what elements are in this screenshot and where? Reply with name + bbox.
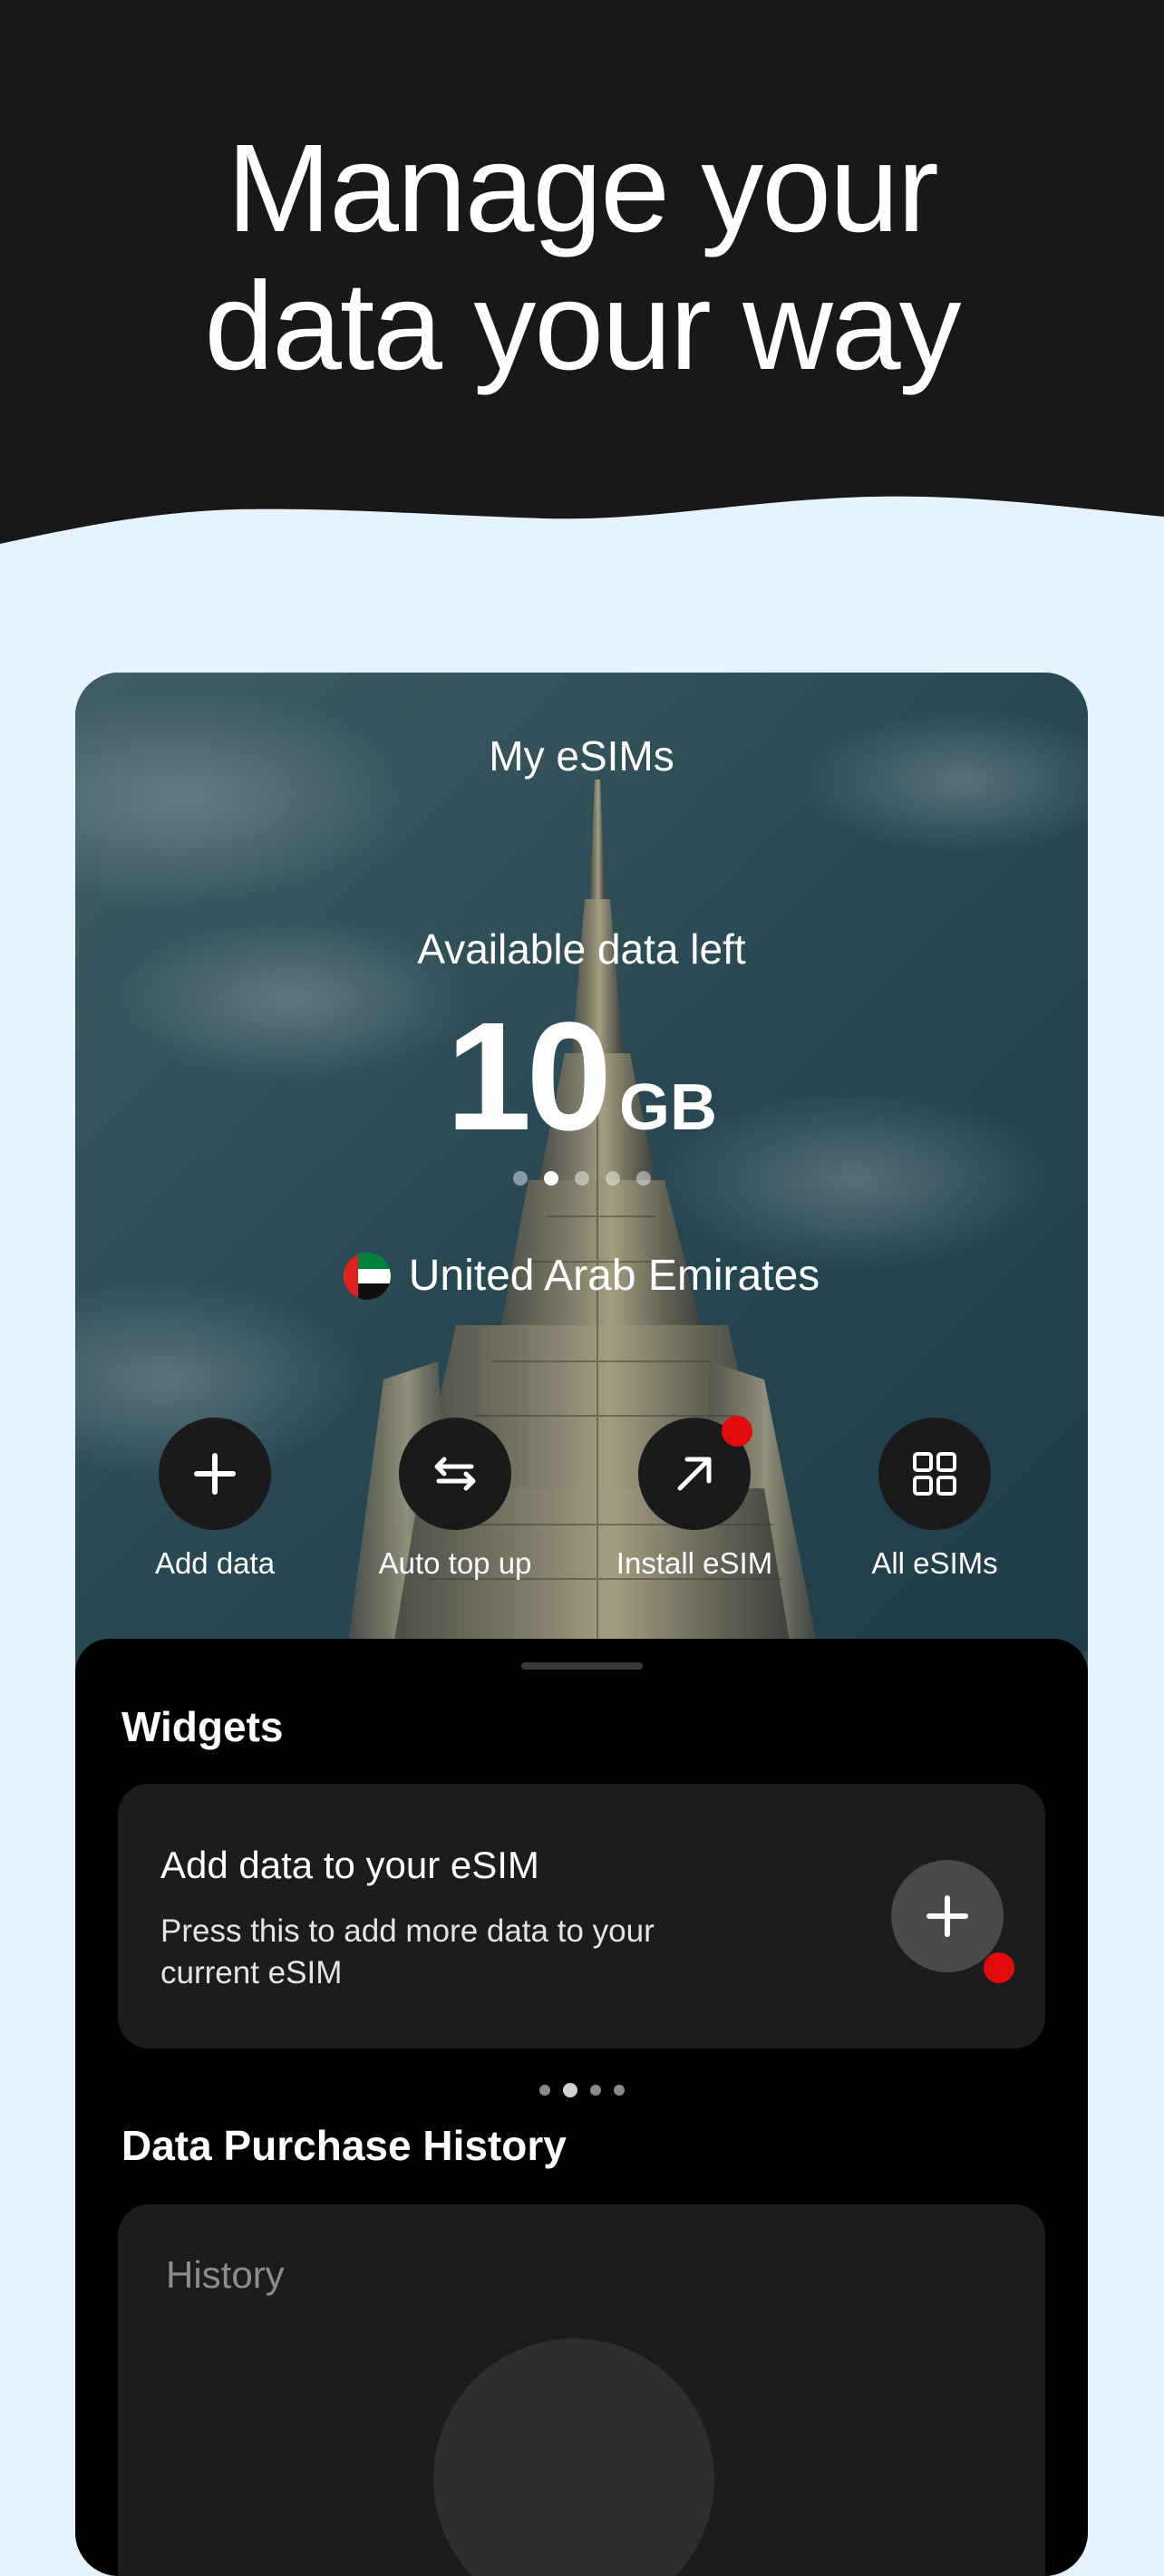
- auto-top-up-button[interactable]: Auto top up: [346, 1418, 564, 1581]
- add-data-circle[interactable]: [159, 1418, 271, 1530]
- country-name: United Arab Emirates: [408, 1252, 820, 1300]
- hero-title-line-2: data your way: [204, 257, 961, 396]
- sheet-drag-handle[interactable]: [521, 1662, 643, 1670]
- add-data-label: Add data: [154, 1546, 276, 1580]
- data-amount-value: 10: [445, 991, 612, 1163]
- all-esims-circle[interactable]: [878, 1418, 991, 1530]
- plus-icon: [926, 1895, 968, 1937]
- history-chart-placeholder: [433, 2339, 714, 2576]
- auto-top-up-label: Auto top up: [378, 1546, 532, 1580]
- grid-icon: [913, 1452, 956, 1496]
- widgets-heading: Widgets: [121, 1703, 284, 1750]
- pager-dot[interactable]: [635, 1171, 651, 1186]
- all-esims-button[interactable]: All eSIMs: [826, 1418, 1043, 1581]
- widget-pager-dots[interactable]: [75, 2083, 1088, 2097]
- data-amount-unit: GB: [619, 1071, 718, 1144]
- quick-actions: Add data Auto top up Install eSIM All eS…: [75, 1416, 1088, 1599]
- hero-title: Manage your data your way: [0, 120, 1164, 395]
- notification-badge: [722, 1416, 752, 1447]
- country-row: United Arab Emirates: [75, 1251, 1088, 1301]
- all-esims-label: All eSIMs: [871, 1546, 998, 1580]
- install-esim-label: Install eSIM: [616, 1546, 773, 1580]
- pager-dot[interactable]: [574, 1171, 589, 1186]
- add-data-button[interactable]: Add data: [106, 1418, 324, 1581]
- pager-dot[interactable]: [538, 2085, 550, 2096]
- plus-icon: [194, 1453, 236, 1495]
- data-amount: 10 GB: [75, 988, 1088, 1166]
- uae-flag-icon: [343, 1252, 391, 1300]
- history-label: History: [166, 2253, 285, 2296]
- pager-dot[interactable]: [605, 1171, 620, 1186]
- history-card[interactable]: History: [118, 2204, 1045, 2576]
- auto-top-up-circle[interactable]: [399, 1418, 511, 1530]
- screen-title: My eSIMs: [489, 732, 674, 780]
- install-esim-button[interactable]: Install eSIM: [586, 1416, 803, 1581]
- bottom-sheet: Widgets Add data to your eSIM Press this…: [75, 1639, 1088, 2576]
- widget-add-button[interactable]: [891, 1860, 1014, 1983]
- pager-dot[interactable]: [512, 1171, 528, 1186]
- add-data-widget-card[interactable]: Add data to your eSIM Press this to add …: [118, 1784, 1045, 2048]
- widget-description: Press this to add more data to your curr…: [160, 1913, 655, 1990]
- pager-dot[interactable]: [589, 2085, 601, 2096]
- available-data-label: Available data left: [417, 925, 746, 973]
- esim-pager-dots[interactable]: [75, 1171, 1088, 1186]
- hero-title-line-1: Manage your: [227, 119, 939, 258]
- notification-badge: [984, 1952, 1014, 1983]
- pager-dot-active[interactable]: [543, 1171, 558, 1186]
- pager-dot-active[interactable]: [562, 2083, 577, 2097]
- pager-dot[interactable]: [613, 2085, 625, 2096]
- phone-mockup: My eSIMs Available data left 10 GB United…: [75, 673, 1088, 2576]
- history-heading: Data Purchase History: [121, 2122, 567, 2169]
- arrow-up-right-icon: [677, 1457, 712, 1491]
- install-esim-circle[interactable]: [638, 1416, 752, 1530]
- widget-title: Add data to your eSIM: [160, 1844, 539, 1886]
- swap-arrows-icon: [434, 1457, 476, 1491]
